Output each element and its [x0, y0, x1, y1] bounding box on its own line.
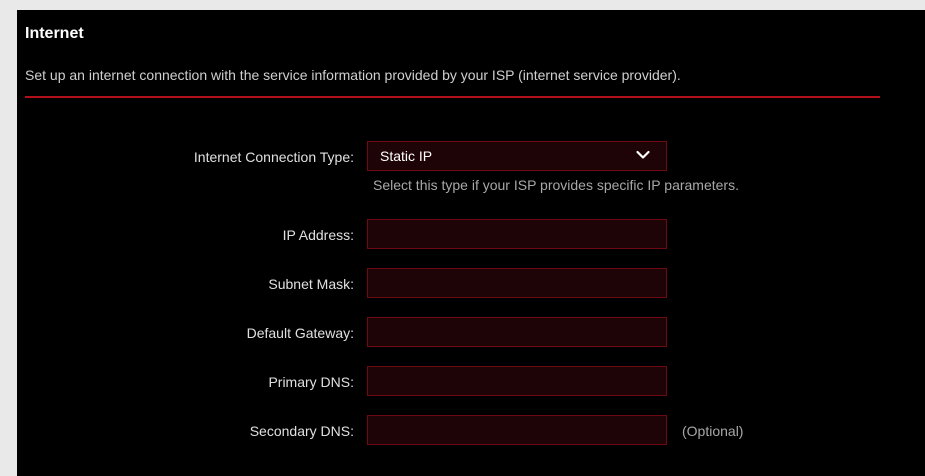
subnet-mask-label: Subnet Mask: [268, 276, 354, 292]
secondary-dns-row: Secondary DNS: (Optional) [17, 415, 925, 447]
section-divider [25, 96, 880, 98]
default-gateway-input[interactable] [367, 317, 667, 347]
internet-settings-panel: Internet Set up an internet connection w… [17, 10, 925, 476]
connection-type-label: Internet Connection Type: [193, 149, 354, 165]
section-description: Set up an internet connection with the s… [25, 67, 681, 83]
chevron-down-icon [636, 150, 650, 159]
connection-type-value: Static IP [380, 148, 433, 164]
primary-dns-input[interactable] [367, 366, 667, 396]
connection-type-row: Internet Connection Type: Static IP [17, 141, 925, 173]
secondary-dns-label: Secondary DNS: [249, 423, 354, 439]
ip-address-input[interactable] [367, 219, 667, 249]
subnet-mask-row: Subnet Mask: [17, 268, 925, 300]
default-gateway-row: Default Gateway: [17, 317, 925, 349]
secondary-dns-input[interactable] [367, 415, 667, 445]
connection-type-select[interactable]: Static IP [367, 141, 667, 171]
subnet-mask-input[interactable] [367, 268, 667, 298]
primary-dns-row: Primary DNS: [17, 366, 925, 398]
default-gateway-label: Default Gateway: [246, 325, 354, 341]
section-title: Internet [25, 25, 84, 42]
ip-address-label: IP Address: [282, 227, 354, 243]
connection-type-hint: Select this type if your ISP provides sp… [373, 177, 739, 193]
primary-dns-label: Primary DNS: [268, 374, 354, 390]
secondary-dns-optional-note: (Optional) [682, 423, 744, 439]
ip-address-row: IP Address: [17, 219, 925, 251]
